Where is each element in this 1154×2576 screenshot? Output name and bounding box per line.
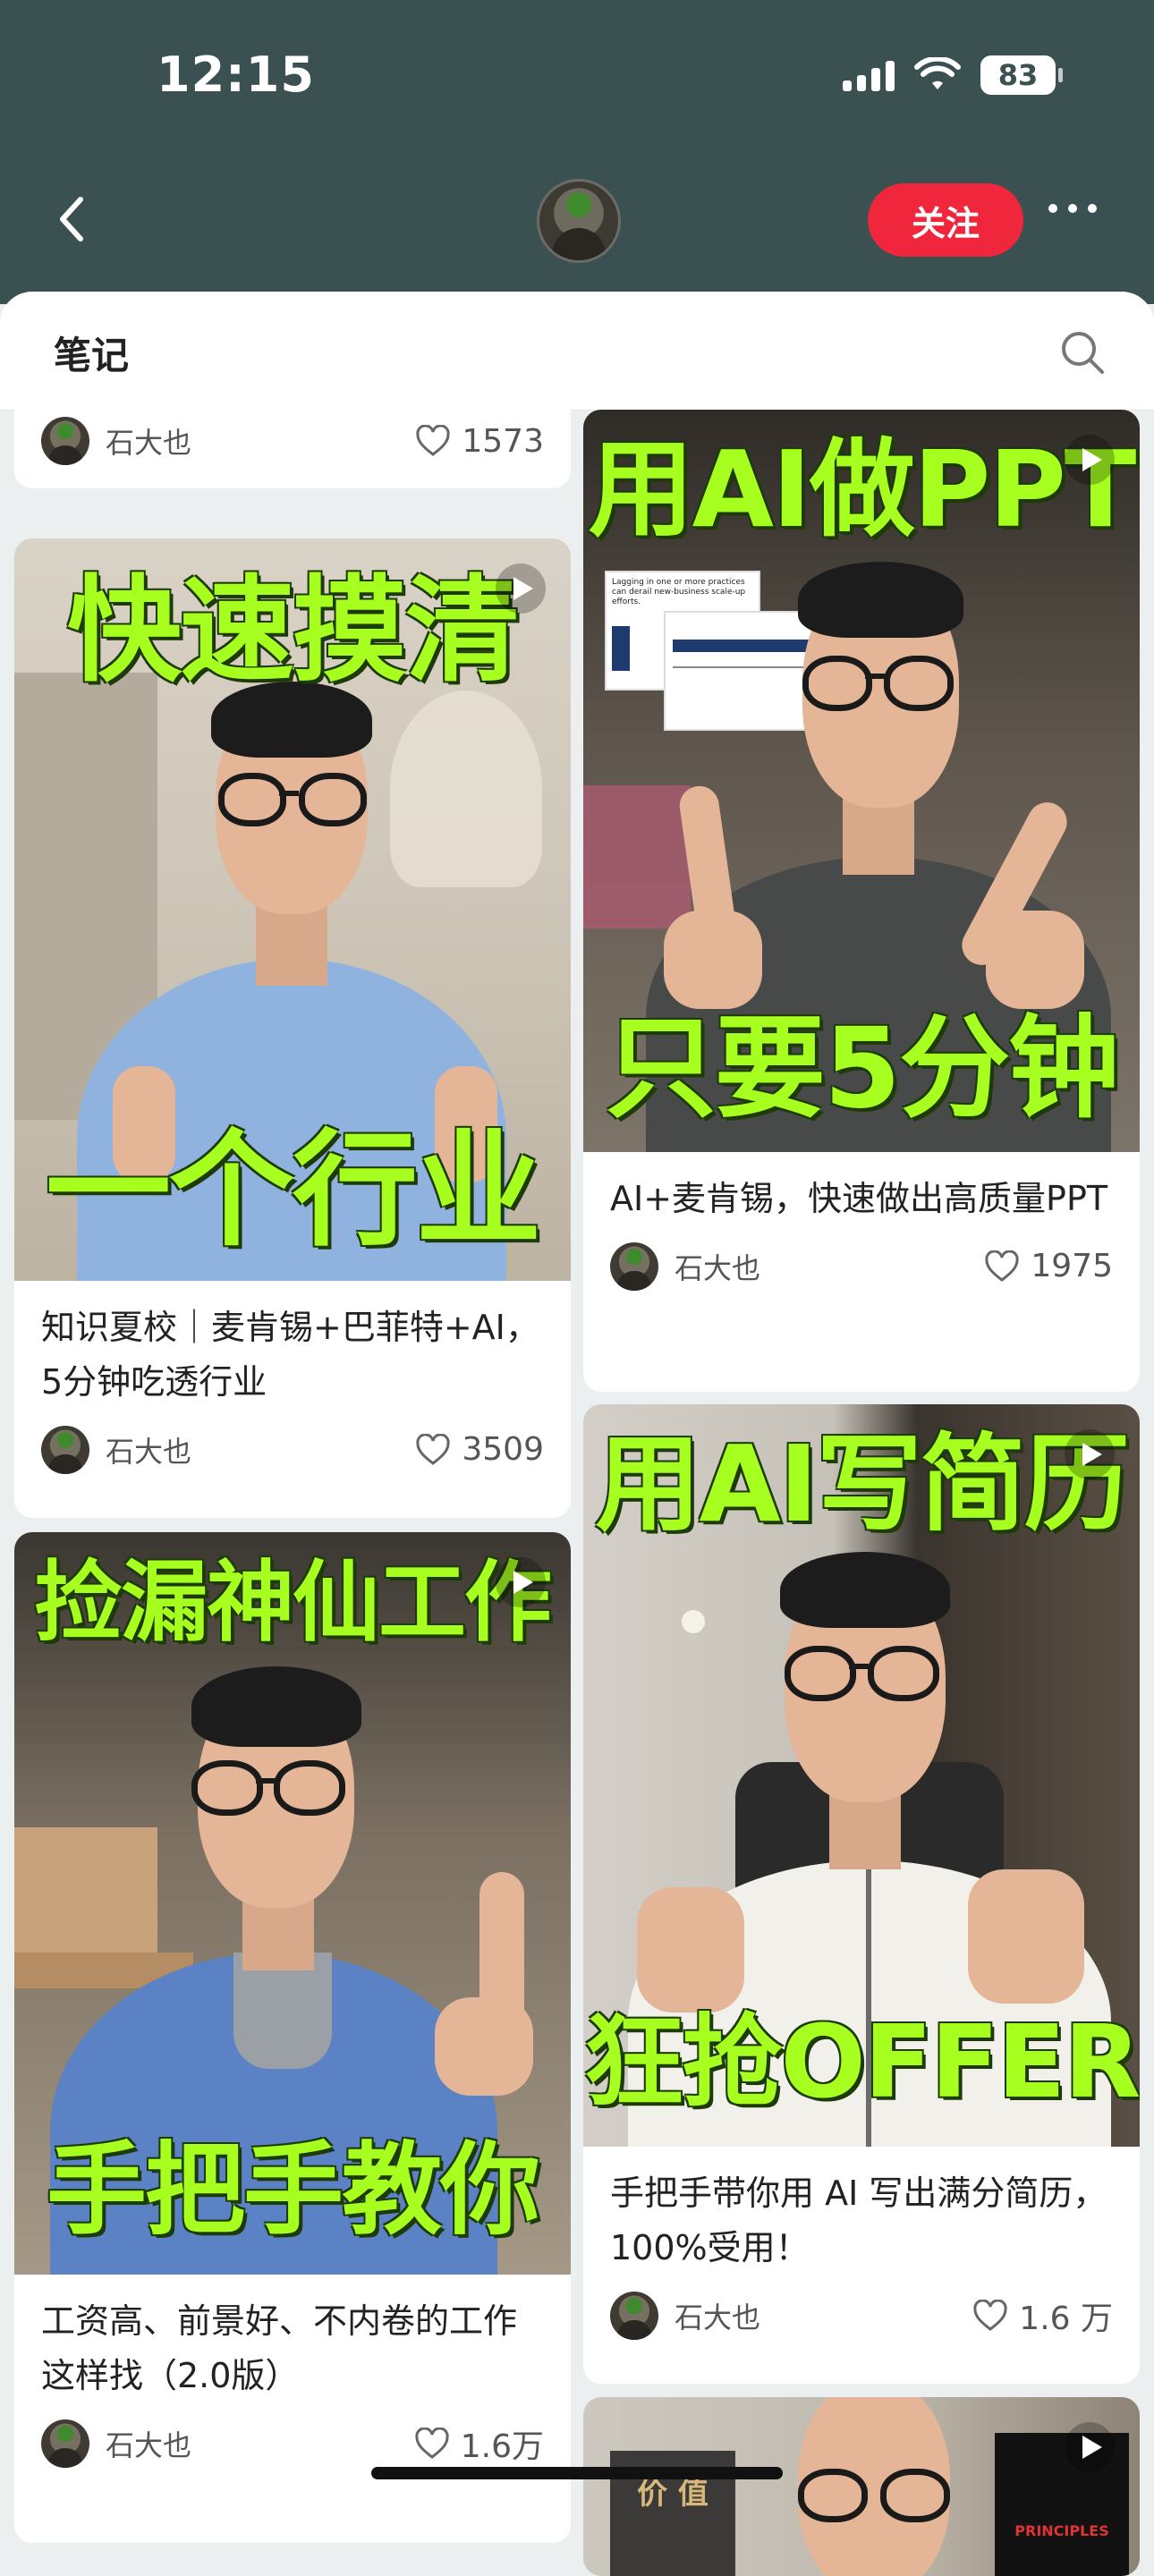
note-card[interactable]: 快速摸清 一个行业 知识夏校｜麦肯锡+巴菲特+AI，5分钟吃透行业 石大也 35… — [14, 538, 571, 1518]
author-name: 石大也 — [106, 426, 192, 460]
like-button[interactable]: 1.6 万 — [972, 2292, 1113, 2339]
note-title[interactable]: 知识夏校｜麦肯锡+巴菲特+AI，5分钟吃透行业 — [41, 1301, 544, 1410]
home-indicator[interactable] — [371, 2467, 783, 2479]
thumbnail-overlay-bottom: 狂抢OFFER — [583, 2004, 1141, 2121]
status-icons: 83 — [843, 55, 1063, 95]
cellular-signal-icon — [843, 59, 895, 91]
like-button[interactable]: 1975 — [984, 1248, 1113, 1284]
thumbnail-overlay-bottom: 一个行业 — [45, 1118, 541, 1264]
author[interactable]: 石大也 — [610, 1241, 761, 1291]
like-button[interactable]: 3509 — [415, 1431, 544, 1468]
note-card[interactable]: 价 值 PRINCIPLES — [583, 2397, 1140, 2576]
note-card[interactable]: 捡漏神仙工作 手把手教你 工资高、前景好、不内卷的工作这样找（2.0版） 石大也… — [14, 1532, 571, 2543]
note-title[interactable]: 手把手带你用 AI 写出满分简历，100%受用！ — [610, 2166, 1113, 2275]
note-card[interactable]: 用AI写简历 狂抢OFFER 手把手带你用 AI 写出满分简历，100%受用！ … — [583, 1404, 1140, 2384]
video-thumbnail[interactable]: 捡漏神仙工作 手把手教你 — [14, 1532, 571, 2275]
author-avatar — [610, 1241, 658, 1291]
note-card[interactable]: Lagging in one or more practices can der… — [583, 410, 1140, 1392]
section-title: 笔记 — [54, 334, 130, 377]
thumbnail-overlay-top: 快速摸清 — [66, 564, 520, 698]
author-name: 石大也 — [106, 2428, 192, 2462]
author[interactable]: 石大也 — [610, 2291, 761, 2340]
play-icon — [496, 564, 546, 614]
heart-icon — [415, 2427, 449, 2459]
thumbnail-overlay-top: 用AI做PPT — [588, 428, 1137, 551]
like-count: 3509 — [462, 1431, 544, 1469]
thumbnail-overlay-bottom: 手把手教你 — [47, 2132, 540, 2249]
play-icon — [1065, 1429, 1115, 1479]
status-time: 12:15 — [157, 47, 315, 103]
author-avatar — [41, 417, 89, 465]
note-title[interactable]: 工资高、前景好、不内卷的工作这样找（2.0版） — [41, 2294, 544, 2403]
heart-icon — [416, 1433, 450, 1465]
heart-icon — [973, 2299, 1007, 2331]
follow-button[interactable]: 关注 — [868, 183, 1023, 257]
video-thumbnail[interactable]: 用AI写简历 狂抢OFFER — [583, 1404, 1140, 2147]
author-name: 石大也 — [106, 1434, 192, 1469]
heart-icon — [985, 1250, 1019, 1282]
play-icon — [496, 1557, 546, 1607]
like-count: 1.6 万 — [1019, 2300, 1113, 2337]
play-icon — [1065, 435, 1115, 485]
note-card[interactable]: 石大也 1573 — [14, 392, 571, 488]
note-title[interactable]: AI+麦肯锡，快速做出高质量PPT — [610, 1172, 1113, 1226]
author-name: 石大也 — [675, 1250, 761, 1285]
like-count: 1573 — [462, 422, 544, 460]
video-thumbnail[interactable]: 快速摸清 一个行业 — [14, 538, 571, 1281]
battery-indicator: 83 — [980, 55, 1063, 95]
back-arrow-icon[interactable] — [47, 192, 100, 246]
author[interactable]: 石大也 — [41, 417, 191, 465]
author-name: 石大也 — [675, 2300, 761, 2334]
author[interactable]: 石大也 — [41, 1425, 192, 1474]
play-icon — [1065, 2422, 1115, 2472]
search-icon[interactable] — [1057, 327, 1107, 377]
thumbnail-overlay-top: 用AI写简历 — [595, 1422, 1129, 1546]
thumbnail-overlay-bottom: 只要5分钟 — [605, 1004, 1119, 1133]
author-avatar — [41, 1425, 89, 1474]
more-options-icon[interactable] — [1048, 204, 1097, 213]
like-button[interactable]: 1573 — [415, 423, 544, 460]
author-avatar — [610, 2291, 658, 2340]
like-count: 1.6万 — [460, 2428, 544, 2465]
author-avatar — [41, 2419, 89, 2468]
profile-avatar[interactable] — [537, 179, 621, 263]
heart-icon — [416, 425, 450, 456]
like-count: 1975 — [1031, 1248, 1113, 1285]
top-bar: 12:15 83 关注 — [0, 0, 1154, 304]
video-thumbnail[interactable]: Lagging in one or more practices can der… — [583, 410, 1140, 1152]
author[interactable]: 石大也 — [41, 2419, 191, 2468]
thumbnail-overlay-top: 捡漏神仙工作 — [34, 1552, 552, 1654]
video-thumbnail[interactable]: 价 值 PRINCIPLES — [583, 2397, 1140, 2576]
like-button[interactable]: 1.6万 — [414, 2420, 544, 2467]
wifi-icon — [914, 57, 961, 89]
